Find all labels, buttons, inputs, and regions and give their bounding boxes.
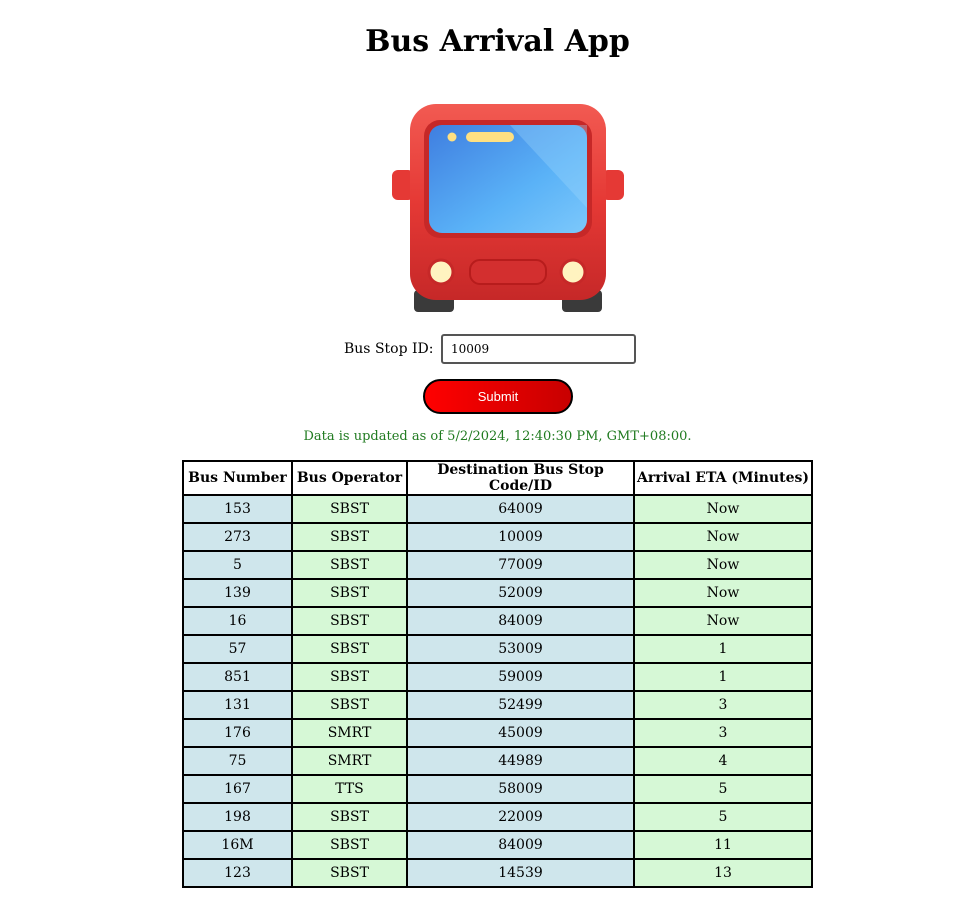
cell-bus-number: 851: [182, 662, 293, 692]
cell-bus-operator: SBST: [291, 522, 408, 552]
update-status-text: Data is updated as of 5/2/2024, 12:40:30…: [303, 429, 692, 444]
cell-bus-number: 153: [182, 494, 293, 524]
cell-arrival-eta: Now: [633, 578, 813, 608]
page-title: Bus Arrival App: [365, 24, 630, 59]
table-row: 123 SBST 14539 13: [182, 858, 813, 888]
table-body: 153 SBST 64009 Now 273 SBST 10009 Now 5 SBST 77009…: [182, 494, 813, 888]
cell-bus-number: 123: [182, 858, 293, 888]
bus-stop-form: Bus Stop ID:: [344, 333, 636, 364]
table-row: 75 SMRT 44989 4: [182, 746, 813, 776]
cell-arrival-eta: Now: [633, 606, 813, 636]
table-row: 198 SBST 22009 5: [182, 802, 813, 832]
cell-bus-number: 198: [182, 802, 293, 832]
cell-bus-number: 167: [182, 774, 293, 804]
cell-arrival-eta: 13: [633, 858, 813, 888]
cell-arrival-eta: Now: [633, 494, 813, 524]
cell-destination: 44989: [406, 746, 635, 776]
cell-bus-number: 176: [182, 718, 293, 748]
cell-bus-number: 131: [182, 690, 293, 720]
cell-destination: 84009: [406, 830, 635, 860]
header-bus-number: Bus Number: [182, 460, 293, 496]
table-row: 176 SMRT 45009 3: [182, 718, 813, 748]
cell-destination: 77009: [406, 550, 635, 580]
cell-destination: 64009: [406, 494, 635, 524]
cell-destination: 22009: [406, 802, 635, 832]
bus-stop-id-input[interactable]: [441, 333, 636, 364]
cell-bus-number: 139: [182, 578, 293, 608]
header-arrival-eta: Arrival ETA (Minutes): [633, 460, 813, 496]
cell-bus-operator: SMRT: [291, 746, 408, 776]
table-row: 16 SBST 84009 Now: [182, 606, 813, 636]
table-row: 851 SBST 59009 1: [182, 662, 813, 692]
bus-stop-id-label: Bus Stop ID:: [344, 340, 434, 357]
table-row: 167 TTS 58009 5: [182, 774, 813, 804]
submit-button[interactable]: Submit: [423, 379, 573, 414]
cell-destination: 14539: [406, 858, 635, 888]
cell-bus-operator: TTS: [291, 774, 408, 804]
table-row: 16M SBST 84009 11: [182, 830, 813, 860]
cell-bus-number: 57: [182, 634, 293, 664]
cell-bus-number: 5: [182, 550, 293, 580]
header-destination: Destination Bus Stop Code/ID: [406, 460, 635, 496]
cell-destination: 59009: [406, 662, 635, 692]
cell-bus-operator: SBST: [291, 830, 408, 860]
cell-arrival-eta: 5: [633, 774, 813, 804]
cell-arrival-eta: 1: [633, 662, 813, 692]
header-bus-operator: Bus Operator: [291, 460, 408, 496]
cell-arrival-eta: 4: [633, 746, 813, 776]
table-row: 57 SBST 53009 1: [182, 634, 813, 664]
cell-destination: 10009: [406, 522, 635, 552]
cell-arrival-eta: Now: [633, 550, 813, 580]
cell-bus-operator: SBST: [291, 578, 408, 608]
cell-bus-operator: SBST: [291, 550, 408, 580]
cell-bus-operator: SBST: [291, 690, 408, 720]
cell-bus-number: 16M: [182, 830, 293, 860]
table-row: 131 SBST 52499 3: [182, 690, 813, 720]
cell-arrival-eta: Now: [633, 522, 813, 552]
cell-bus-operator: SMRT: [291, 718, 408, 748]
cell-arrival-eta: 11: [633, 830, 813, 860]
cell-destination: 58009: [406, 774, 635, 804]
cell-arrival-eta: 3: [633, 690, 813, 720]
cell-destination: 52009: [406, 578, 635, 608]
cell-destination: 45009: [406, 718, 635, 748]
cell-destination: 84009: [406, 606, 635, 636]
cell-bus-operator: SBST: [291, 802, 408, 832]
cell-arrival-eta: 1: [633, 634, 813, 664]
table-row: 273 SBST 10009 Now: [182, 522, 813, 552]
cell-arrival-eta: 3: [633, 718, 813, 748]
page: Bus Arrival App Bus Stop ID: 10009 Submi…: [0, 0, 968, 913]
table-row: 139 SBST 52009 Now: [182, 578, 813, 608]
cell-bus-operator: SBST: [291, 634, 408, 664]
cell-bus-number: 75: [182, 746, 293, 776]
cell-arrival-eta: 5: [633, 802, 813, 832]
bus-arrival-table-wrapper: Bus Number Bus Operator Destination Bus …: [182, 460, 813, 888]
cell-bus-number: 273: [182, 522, 293, 552]
cell-bus-operator: SBST: [291, 662, 408, 692]
table-row: 5 SBST 77009 Now: [182, 550, 813, 580]
cell-destination: 53009: [406, 634, 635, 664]
bus-arrival-table: Bus Number Bus Operator Destination Bus …: [182, 460, 813, 888]
cell-bus-number: 16: [182, 606, 293, 636]
bus-icon: [392, 104, 624, 312]
cell-bus-operator: SBST: [291, 494, 408, 524]
table-row: 153 SBST 64009 Now: [182, 494, 813, 524]
cell-bus-operator: SBST: [291, 606, 408, 636]
cell-destination: 52499: [406, 690, 635, 720]
table-header-row: Bus Number Bus Operator Destination Bus …: [182, 460, 813, 496]
cell-bus-operator: SBST: [291, 858, 408, 888]
